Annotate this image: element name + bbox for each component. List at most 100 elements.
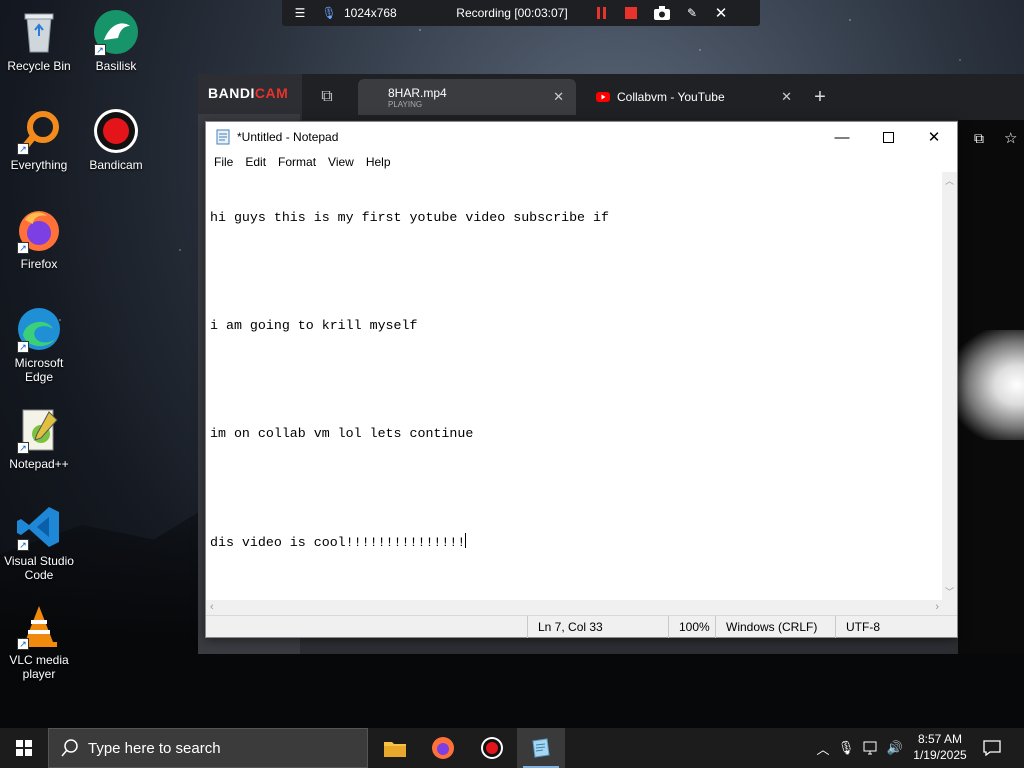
notepad-icon bbox=[216, 129, 230, 145]
desktop-icon-basilisk[interactable]: ↗ Basilisk bbox=[77, 8, 155, 73]
desktop-icon-vlc[interactable]: ↗ VLC media player bbox=[0, 602, 78, 681]
scroll-right-icon[interactable]: › bbox=[935, 601, 939, 613]
maximize-button[interactable] bbox=[865, 122, 911, 152]
desktop-icon-label: Everything bbox=[10, 158, 68, 172]
everything-search-icon: ↗ bbox=[15, 107, 63, 155]
notepad-window: *Untitled - Notepad — ✕ File Edit Format… bbox=[205, 121, 958, 638]
desktop-icon-vscode[interactable]: ↗ Visual Studio Code bbox=[0, 503, 78, 582]
clock-time: 8:57 AM bbox=[917, 732, 963, 746]
tab-collabvm-youtube[interactable]: Collabvm - YouTube ✕ bbox=[582, 79, 798, 115]
tab-actions-icon[interactable]: ⧉ bbox=[302, 88, 352, 106]
close-icon: ✕ bbox=[927, 129, 941, 146]
bandicam-record-icon bbox=[481, 737, 503, 759]
video-glow bbox=[954, 330, 1024, 440]
menu-help[interactable]: Help bbox=[360, 155, 397, 169]
desktop-icon-firefox[interactable]: ↗ Firefox bbox=[0, 206, 78, 271]
tab-title: Collabvm - YouTube bbox=[617, 90, 725, 104]
stop-icon bbox=[625, 7, 637, 19]
taskbar-bandicam[interactable] bbox=[468, 728, 516, 768]
network-icon[interactable] bbox=[860, 728, 882, 768]
tab-8har[interactable]: 8HAR.mp4 PLAYING ✕ bbox=[358, 79, 576, 115]
taskbar-clock[interactable]: 8:57 AM 1/19/2025 bbox=[905, 731, 975, 763]
notification-icon bbox=[983, 740, 1001, 756]
text-line: i am going to krill myself bbox=[210, 318, 418, 333]
stop-button[interactable] bbox=[616, 0, 646, 26]
desktop-icon-label: VLC media player bbox=[9, 653, 69, 681]
start-button[interactable] bbox=[0, 728, 48, 768]
taskbar-notepad[interactable] bbox=[517, 728, 565, 768]
text-editor[interactable]: hi guys this is my first yotube video su… bbox=[206, 172, 943, 600]
text-line: hi guys this is my first yotube video su… bbox=[210, 210, 609, 225]
recording-toolbar: ☰ 🎙 1024x768 Recording [00:03:07] ✎ ✕ bbox=[282, 0, 760, 26]
menu-view[interactable]: View bbox=[322, 155, 360, 169]
picture-in-picture-icon[interactable]: ⧉ bbox=[974, 130, 984, 147]
windows-logo-icon bbox=[16, 740, 32, 756]
star-icon[interactable]: ☆ bbox=[1004, 129, 1017, 147]
close-tab-icon[interactable]: ✕ bbox=[553, 89, 564, 105]
scroll-up-icon[interactable]: ︿ bbox=[942, 174, 957, 187]
desktop-icon-edge[interactable]: ↗ Microsoft Edge bbox=[0, 305, 78, 384]
youtube-icon bbox=[596, 92, 610, 102]
text-line bbox=[210, 371, 939, 389]
tab-subtitle: PLAYING bbox=[388, 99, 423, 109]
minimize-button[interactable]: — bbox=[819, 122, 865, 152]
new-tab-icon[interactable]: + bbox=[798, 86, 842, 109]
notepad-icon bbox=[532, 738, 550, 758]
clock-date: 1/19/2025 bbox=[913, 748, 967, 762]
text-line bbox=[210, 263, 939, 281]
desktop-icon-label: Firefox bbox=[20, 257, 58, 271]
close-recording-bar-button[interactable]: ✕ bbox=[706, 0, 736, 26]
taskbar-file-explorer[interactable] bbox=[371, 728, 419, 768]
menu-file[interactable]: File bbox=[208, 155, 239, 169]
notifications-button[interactable] bbox=[978, 728, 1006, 768]
scroll-left-icon[interactable]: ‹ bbox=[210, 601, 214, 613]
desktop-icon-bandicam[interactable]: Bandicam bbox=[77, 107, 155, 172]
scrollbar-corner bbox=[942, 600, 957, 616]
desktop-icon-recycle-bin[interactable]: Recycle Bin bbox=[0, 8, 78, 73]
status-zoom: 100% bbox=[668, 616, 718, 638]
pause-button[interactable] bbox=[588, 0, 616, 26]
taskbar: Type here to search ︿ 🎙 🔊 8:57 AM 1/19/2… bbox=[0, 728, 1024, 768]
desktop-icon-label: Bandicam bbox=[89, 158, 143, 172]
desktop-icon-notepad-plus-plus[interactable]: ↗ Notepad++ bbox=[0, 406, 78, 471]
desktop-icon-everything[interactable]: ↗ Everything bbox=[0, 107, 78, 172]
vlc-icon: ↗ bbox=[15, 602, 63, 650]
menu-format[interactable]: Format bbox=[272, 155, 322, 169]
vscode-icon: ↗ bbox=[15, 503, 63, 551]
notepad-menubar: File Edit Format View Help bbox=[206, 152, 957, 172]
menu-edit[interactable]: Edit bbox=[239, 155, 272, 169]
microphone-tray-icon[interactable]: 🎙 bbox=[835, 728, 857, 768]
tab-title: 8HAR.mp4 bbox=[388, 85, 447, 100]
text-line: im on collab vm lol lets continue bbox=[210, 426, 474, 441]
horizontal-scrollbar[interactable]: ‹ › bbox=[206, 600, 943, 616]
volume-icon[interactable]: 🔊 bbox=[884, 728, 906, 768]
notepad-statusbar: Ln 7, Col 33 100% Windows (CRLF) UTF-8 bbox=[206, 615, 957, 638]
shortcut-arrow-icon: ↗ bbox=[17, 242, 29, 254]
pause-icon bbox=[597, 7, 606, 19]
scroll-down-icon[interactable]: ﹀ bbox=[942, 585, 957, 598]
shortcut-arrow-icon: ↗ bbox=[17, 539, 29, 551]
close-icon: ✕ bbox=[714, 5, 728, 22]
edge-icon: ↗ bbox=[15, 305, 63, 353]
menu-icon[interactable]: ☰ bbox=[282, 0, 318, 26]
close-button[interactable]: ✕ bbox=[911, 122, 957, 152]
firefox-icon bbox=[432, 737, 454, 759]
folder-icon bbox=[384, 742, 406, 757]
shortcut-arrow-icon: ↗ bbox=[17, 638, 29, 650]
desktop-icon-label: Notepad++ bbox=[9, 457, 69, 471]
taskbar-firefox[interactable] bbox=[419, 728, 467, 768]
vertical-scrollbar[interactable]: ︿ ﹀ bbox=[942, 172, 957, 600]
camera-icon bbox=[654, 6, 670, 20]
draw-button[interactable]: ✎ bbox=[678, 0, 706, 26]
search-icon bbox=[61, 739, 78, 757]
taskbar-search-box[interactable]: Type here to search bbox=[48, 728, 368, 768]
notepad-titlebar[interactable]: *Untitled - Notepad — ✕ bbox=[206, 122, 957, 152]
microphone-icon[interactable]: 🎙 bbox=[318, 0, 340, 26]
close-tab-icon[interactable]: ✕ bbox=[781, 89, 792, 105]
text-line-last: dis video is cool!!!!!!!!!!!!!!! bbox=[210, 533, 939, 552]
shortcut-arrow-icon: ↗ bbox=[17, 143, 29, 155]
maximize-icon bbox=[882, 131, 894, 143]
screenshot-button[interactable] bbox=[646, 0, 678, 26]
show-hidden-icons-chevron-icon[interactable]: ︿ bbox=[812, 728, 834, 768]
desktop-icon-label: Visual Studio Code bbox=[4, 554, 74, 582]
